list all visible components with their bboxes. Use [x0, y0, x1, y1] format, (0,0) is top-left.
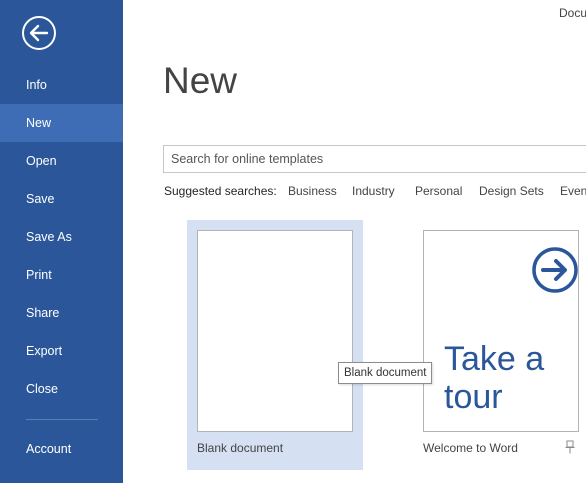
sidebar-item-close[interactable]: Close	[0, 370, 123, 408]
blank-document-thumbnail[interactable]	[197, 230, 353, 432]
page-title: New	[163, 60, 238, 101]
sidebar-item-new[interactable]: New	[0, 104, 123, 142]
suggested-link-event[interactable]: Event	[560, 184, 586, 198]
suggested-link-design-sets[interactable]: Design Sets	[479, 184, 544, 198]
sidebar-item-info[interactable]: Info	[0, 66, 123, 104]
suggested-searches-label: Suggested searches:	[164, 184, 277, 198]
sidebar-item-export[interactable]: Export	[0, 332, 123, 370]
sidebar-item-save[interactable]: Save	[0, 180, 123, 218]
blank-document-label: Blank document	[197, 441, 284, 455]
template-search-box	[163, 145, 586, 173]
sidebar-item-account[interactable]: Account	[0, 430, 123, 468]
welcome-to-word-label: Welcome to Word	[423, 441, 518, 455]
sidebar-item-print[interactable]: Print	[0, 256, 123, 294]
suggested-link-business[interactable]: Business	[288, 184, 337, 198]
arrow-circle-icon	[532, 247, 578, 293]
sidebar-divider	[26, 419, 98, 420]
sidebar-item-save-as[interactable]: Save As	[0, 218, 123, 256]
sidebar-item-open[interactable]: Open	[0, 142, 123, 180]
window-title: Docu	[559, 6, 586, 20]
take-a-tour-text: Take a tour	[444, 340, 545, 416]
suggested-link-personal[interactable]: Personal	[415, 184, 462, 198]
sidebar-item-share[interactable]: Share	[0, 294, 123, 332]
backstage-sidebar: Info New Open Save Save As Print Share E…	[0, 0, 123, 483]
suggested-link-industry[interactable]: Industry	[352, 184, 395, 198]
template-search-input[interactable]	[164, 146, 586, 172]
pin-icon[interactable]	[565, 440, 575, 454]
tooltip: Blank document	[338, 362, 433, 384]
back-arrow-icon[interactable]	[21, 15, 57, 51]
